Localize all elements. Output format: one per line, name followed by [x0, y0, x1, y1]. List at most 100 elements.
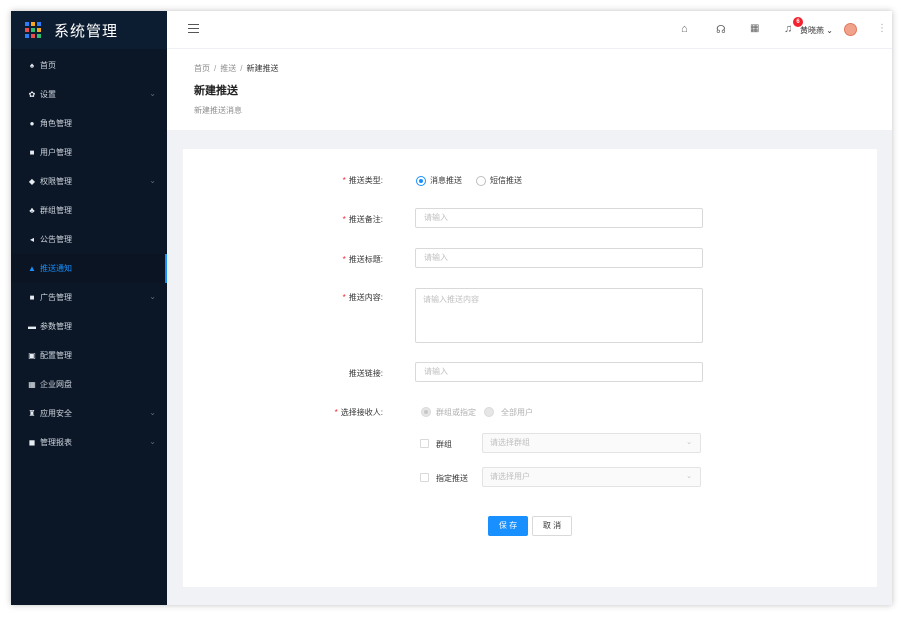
bell-outline-icon[interactable]: ♫: [784, 23, 792, 35]
avatar[interactable]: [844, 23, 857, 36]
chevron-down-icon: ⌄: [149, 89, 156, 98]
radio-message-push[interactable]: [416, 176, 426, 186]
push-link-input[interactable]: 请输入: [415, 362, 703, 382]
breadcrumb: 首页 / 推送 / 新建推送: [194, 63, 278, 74]
security-icon: ♜: [28, 409, 36, 418]
breadcrumb-current: 新建推送: [246, 64, 279, 73]
sidebar-item-label: 管理报表: [40, 438, 72, 447]
page-header: 首页 / 推送 / 新建推送 新建推送 新建推送消息: [167, 49, 892, 130]
config-icon: ▣: [28, 351, 36, 360]
push-type-label: * 推送类型:: [342, 176, 383, 185]
sidebar-item-3[interactable]: ■ 用户管理: [11, 138, 167, 167]
form-card: * 推送类型: 消息推送 短信推送 * 推送备注: 请输入 * 推送标题: 请输入 *…: [183, 149, 877, 587]
sidebar-item-label: 公告管理: [40, 235, 72, 244]
radio-all-users-label[interactable]: 全部用户: [501, 407, 533, 418]
sidebar-item-label: 首页: [40, 61, 56, 70]
sidebar-item-12[interactable]: ♜ 应用安全 ⌄: [11, 399, 167, 428]
sidebar: 系统管理 ♠ 首页 ✿ 设置 ⌄ ● 角色管理 ■ 用户管理 ◆ 权限管理 ⌄ ♣ 群组管理 ◂ 公告管理 ▲ 推…: [11, 11, 167, 605]
sidebar-item-11[interactable]: ▦ 企业网盘: [11, 370, 167, 399]
radio-all-users[interactable]: [484, 407, 494, 417]
group-checkbox[interactable]: [420, 439, 429, 448]
page-description: 新建推送消息: [194, 106, 242, 115]
radio-group-or-specified-label[interactable]: 群组或指定: [436, 407, 476, 418]
sidebar-item-label: 推送通知: [40, 264, 72, 273]
push-content-label: * 推送内容:: [342, 293, 383, 302]
sidebar-logo[interactable]: 系统管理: [11, 11, 167, 49]
sidebar-item-9[interactable]: ▬ 参数管理: [11, 312, 167, 341]
breadcrumb-push[interactable]: 推送: [220, 64, 236, 73]
radio-group-or-specified[interactable]: [421, 407, 431, 417]
radio-sms-push[interactable]: [476, 176, 486, 186]
receivers-label: * 选择接收人:: [334, 408, 383, 417]
grid-icon[interactable]: ▦: [750, 23, 759, 34]
user-card-icon: ■: [29, 148, 35, 157]
username: 黄晓燕: [800, 26, 824, 35]
app-title: 系统管理: [54, 22, 119, 40]
breadcrumb-separator: /: [214, 64, 217, 73]
radio-sms-push-label[interactable]: 短信推送: [490, 175, 522, 186]
user-select-placeholder: 请选择用户: [490, 472, 530, 481]
home-icon: ♠: [29, 61, 35, 70]
ad-icon: ■: [29, 293, 35, 302]
chevron-down-icon: ⌄: [686, 439, 692, 446]
app-grid-icon: [25, 22, 41, 38]
page-title: 新建推送: [194, 85, 238, 97]
drive-icon: ▦: [28, 380, 36, 389]
save-button[interactable]: 保 存: [488, 516, 528, 536]
sidebar-item-7[interactable]: ▲ 推送通知: [11, 254, 167, 283]
group-select[interactable]: 请选择群组 ⌄: [482, 433, 701, 453]
breadcrumb-home[interactable]: 首页: [194, 64, 210, 73]
sidebar-item-label: 权限管理: [40, 177, 72, 186]
group-select-placeholder: 请选择群组: [490, 438, 530, 447]
push-remark-input[interactable]: 请输入: [415, 208, 703, 228]
sidebar-item-0[interactable]: ♠ 首页: [11, 51, 167, 80]
top-header: ⌂ ☊ ▦ ♫ 6 黄晓燕 ⌄ ⋮: [167, 11, 892, 49]
push-title-label: * 推送标题:: [342, 255, 383, 264]
user-checkbox-label[interactable]: 指定推送: [436, 473, 468, 484]
sidebar-item-label: 应用安全: [40, 409, 72, 418]
app-window: 系统管理 ♠ 首页 ✿ 设置 ⌄ ● 角色管理 ■ 用户管理 ◆ 权限管理 ⌄ ♣ 群组管理 ◂ 公告管理 ▲ 推…: [11, 11, 892, 605]
sidebar-item-2[interactable]: ● 角色管理: [11, 109, 167, 138]
sidebar-item-label: 企业网盘: [40, 380, 72, 389]
chevron-down-icon: ⌄: [826, 26, 833, 35]
chevron-down-icon: ⌄: [149, 408, 156, 417]
report-icon: ◼: [28, 438, 36, 447]
sidebar-item-label: 配置管理: [40, 351, 72, 360]
sidebar-item-13[interactable]: ◼ 管理报表 ⌄: [11, 428, 167, 457]
sidebar-item-label: 群组管理: [40, 206, 72, 215]
announcement-icon: ◂: [29, 235, 34, 244]
cancel-button[interactable]: 取 消: [532, 516, 572, 536]
chevron-down-icon: ⌄: [149, 292, 156, 301]
sidebar-item-1[interactable]: ✿ 设置 ⌄: [11, 80, 167, 109]
sidebar-item-label: 角色管理: [40, 119, 72, 128]
group-icon: ♣: [29, 206, 35, 215]
sidebar-item-4[interactable]: ◆ 权限管理 ⌄: [11, 167, 167, 196]
more-icon[interactable]: ⋮: [877, 23, 887, 34]
headset-icon[interactable]: ☊: [716, 23, 726, 36]
chevron-down-icon: ⌄: [149, 176, 156, 185]
user-menu[interactable]: 黄晓燕 ⌄: [800, 25, 833, 36]
user-select[interactable]: 请选择用户 ⌄: [482, 467, 701, 487]
shield-icon: ◆: [28, 177, 36, 186]
push-link-label: 推送链接:: [348, 369, 383, 378]
params-icon: ▬: [28, 322, 36, 331]
push-remark-label: * 推送备注:: [342, 215, 383, 224]
group-checkbox-label[interactable]: 群组: [436, 439, 452, 450]
menu-toggle-icon[interactable]: [188, 24, 199, 34]
sidebar-item-10[interactable]: ▣ 配置管理: [11, 341, 167, 370]
breadcrumb-separator: /: [240, 64, 243, 73]
push-content-textarea[interactable]: 请输入推送内容: [415, 288, 703, 343]
sidebar-item-5[interactable]: ♣ 群组管理: [11, 196, 167, 225]
sidebar-item-6[interactable]: ◂ 公告管理: [11, 225, 167, 254]
sidebar-item-label: 广告管理: [40, 293, 72, 302]
sidebar-item-8[interactable]: ■ 广告管理 ⌄: [11, 283, 167, 312]
gear-icon: ✿: [28, 90, 36, 99]
chevron-down-icon: ⌄: [149, 437, 156, 446]
sidebar-item-label: 参数管理: [40, 322, 72, 331]
radio-message-push-label[interactable]: 消息推送: [430, 175, 462, 186]
user-checkbox[interactable]: [420, 473, 429, 482]
sidebar-menu: ♠ 首页 ✿ 设置 ⌄ ● 角色管理 ■ 用户管理 ◆ 权限管理 ⌄ ♣ 群组管理 ◂ 公告管理 ▲ 推送通知 ■ 广…: [11, 51, 167, 457]
push-title-input[interactable]: 请输入: [415, 248, 703, 268]
role-icon: ●: [29, 119, 35, 128]
home-outline-icon[interactable]: ⌂: [681, 23, 688, 35]
